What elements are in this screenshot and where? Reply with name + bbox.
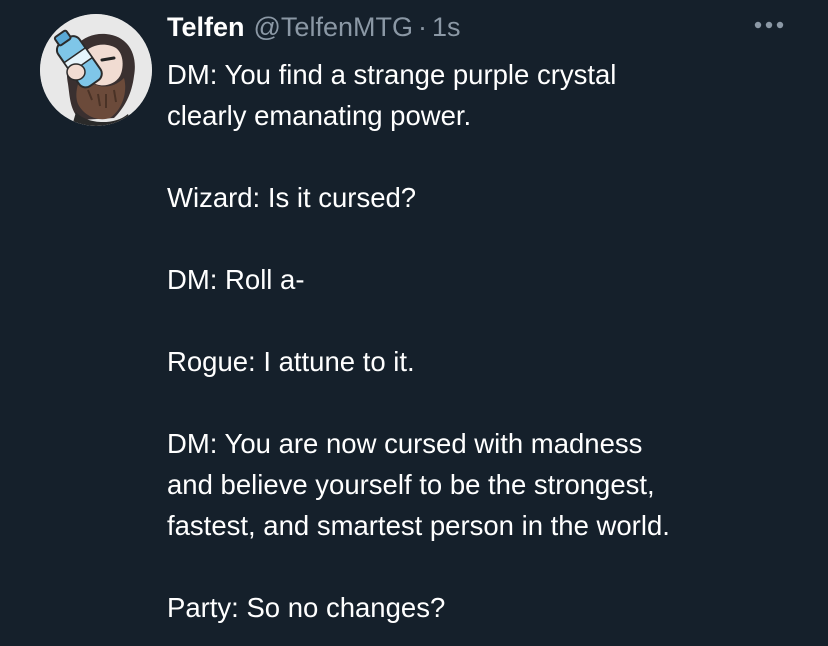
tweet-header: Telfen @TelfenMTG · 1s [167,9,461,45]
tweet-line: DM: You are now cursed with madness [167,428,643,459]
tweet-line: clearly emanating power. [167,100,472,131]
tweet-line: fastest, and smartest person in the worl… [167,510,670,541]
avatar[interactable] [40,14,152,126]
tweet-line: Party: So no changes? [167,592,446,623]
more-options-icon[interactable] [752,18,786,32]
tweet-line: Wizard: Is it cursed? [167,182,417,213]
user-handle[interactable]: @TelfenMTG [254,9,413,45]
display-name[interactable]: Telfen [167,9,245,45]
timestamp[interactable]: 1s [432,9,461,45]
tweet: Telfen @TelfenMTG · 1s DM: You find a st… [0,0,828,646]
header-separator: · [417,12,427,42]
tweet-line: and believe yourself to be the strongest… [167,469,655,500]
tweet-text: DM: You find a strange purple crystal cl… [167,54,817,628]
tweet-line: DM: Roll a- [167,264,305,295]
tweet-line: Rogue: I attune to it. [167,346,415,377]
avatar-illustration-icon [40,14,152,126]
tweet-line: DM: You find a strange purple crystal [167,59,617,90]
